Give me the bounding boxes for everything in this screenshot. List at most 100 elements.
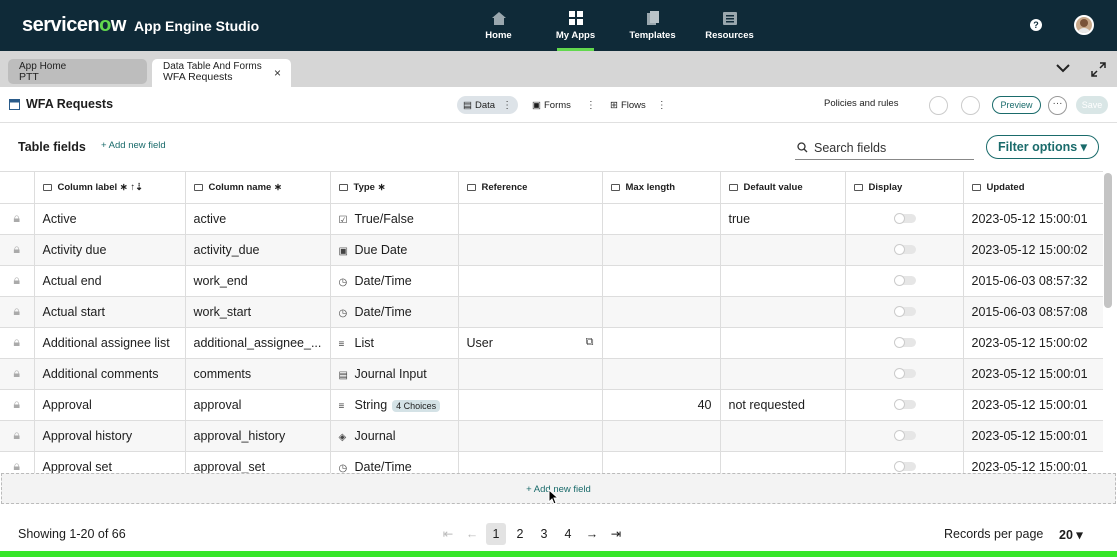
cell-max-length[interactable]: [602, 327, 721, 359]
display-toggle[interactable]: [893, 274, 916, 286]
header-max-length[interactable]: Max length: [602, 172, 721, 204]
nav-my-apps[interactable]: My Apps: [537, 0, 614, 51]
cell-column-name[interactable]: active: [185, 203, 331, 235]
kebab-icon[interactable]: ⋮: [502, 100, 512, 111]
cell-default-value[interactable]: [720, 358, 846, 390]
cell-type[interactable]: ≡ List: [330, 327, 459, 359]
tab-data-table-and-forms[interactable]: Data Table And Forms WFA Requests ×: [152, 59, 291, 87]
table-row[interactable]: 🔒︎ Approval history approval_history ◈ Journ…: [0, 420, 1103, 452]
undo-icon[interactable]: [929, 96, 948, 115]
preview-button[interactable]: Preview: [992, 96, 1041, 114]
cell-default-value[interactable]: true: [720, 203, 846, 235]
cell-column-label[interactable]: Additional comments: [34, 358, 186, 390]
filter-options-button[interactable]: Filter options ▾: [986, 135, 1099, 159]
cell-default-value[interactable]: [720, 265, 846, 297]
cell-reference[interactable]: [458, 296, 603, 328]
nav-templates[interactable]: Templates: [614, 0, 691, 51]
search-input[interactable]: Search fields: [814, 141, 886, 155]
tab-data[interactable]: ▤ Data ⋮: [457, 96, 519, 114]
cell-reference[interactable]: [458, 358, 603, 390]
display-toggle[interactable]: [893, 398, 916, 410]
vertical-scrollbar[interactable]: [1104, 173, 1112, 308]
table-row[interactable]: 🔒︎ Approval approval ≡ String 4 Choices 40 not …: [0, 389, 1103, 421]
prev-page-button[interactable]: ←: [462, 523, 482, 545]
cell-column-name[interactable]: approval_history: [185, 420, 331, 452]
kebab-icon[interactable]: ⋮: [586, 100, 596, 111]
cell-column-label[interactable]: Approval history: [34, 420, 186, 452]
page-1[interactable]: 1: [486, 523, 506, 545]
header-display[interactable]: Display: [845, 172, 964, 204]
header-default-value[interactable]: Default value: [720, 172, 846, 204]
cell-display[interactable]: [845, 203, 964, 235]
choices-badge[interactable]: 4 Choices: [392, 399, 441, 412]
cell-column-label[interactable]: Approval set: [34, 451, 186, 473]
cell-column-name[interactable]: work_start: [185, 296, 331, 328]
table-row[interactable]: 🔒︎ Actual start work_start ◷ Date/Time 2015-0…: [0, 296, 1103, 328]
display-toggle[interactable]: [893, 212, 916, 224]
cell-column-name[interactable]: comments: [185, 358, 331, 390]
cell-column-label[interactable]: Actual end: [34, 265, 186, 297]
cell-max-length[interactable]: [602, 451, 721, 473]
header-column-label[interactable]: Column label ∗ ↑⇣: [34, 172, 186, 204]
cell-display[interactable]: [845, 451, 964, 473]
cell-column-name[interactable]: activity_due: [185, 234, 331, 266]
table-row[interactable]: 🔒︎ Additional comments comments ▤ Journal In…: [0, 358, 1103, 390]
tab-app-home[interactable]: App Home PTT: [8, 59, 147, 84]
cell-max-length[interactable]: [602, 234, 721, 266]
cell-max-length[interactable]: [602, 265, 721, 297]
cell-max-length[interactable]: [602, 420, 721, 452]
first-page-button[interactable]: ⇤: [438, 523, 458, 545]
cell-display[interactable]: [845, 389, 964, 421]
cell-default-value[interactable]: [720, 296, 846, 328]
cell-type[interactable]: ◷ Date/Time: [330, 265, 459, 297]
close-icon[interactable]: ×: [274, 67, 281, 79]
cell-type[interactable]: ◷ Date/Time: [330, 296, 459, 328]
page-2[interactable]: 2: [510, 523, 530, 545]
policies-and-rules-link[interactable]: Policies and rules: [824, 98, 898, 109]
cell-type[interactable]: ▤ Journal Input: [330, 358, 459, 390]
cell-column-label[interactable]: Approval: [34, 389, 186, 421]
cell-display[interactable]: [845, 327, 964, 359]
redo-icon[interactable]: [961, 96, 980, 115]
brand[interactable]: servicenow App Engine Studio: [22, 14, 259, 37]
cell-display[interactable]: [845, 420, 964, 452]
cell-display[interactable]: [845, 234, 964, 266]
cell-reference[interactable]: [458, 420, 603, 452]
display-toggle[interactable]: [893, 460, 916, 472]
display-toggle[interactable]: [893, 429, 916, 441]
cell-column-label[interactable]: Active: [34, 203, 186, 235]
cell-display[interactable]: [845, 296, 964, 328]
cell-reference[interactable]: User ⧉: [458, 327, 603, 359]
cell-type[interactable]: ◈ Journal: [330, 420, 459, 452]
display-toggle[interactable]: [893, 336, 916, 348]
table-row[interactable]: 🔒︎ Active active ☑ True/False true 2023-05-12 …: [0, 203, 1103, 235]
nav-home[interactable]: Home: [460, 0, 537, 51]
cell-reference[interactable]: [458, 451, 603, 473]
cell-reference[interactable]: [458, 234, 603, 266]
display-toggle[interactable]: [893, 243, 916, 255]
external-link-icon[interactable]: ⧉: [586, 336, 594, 349]
table-row[interactable]: 🔒︎ Additional assignee list additional_ass…: [0, 327, 1103, 359]
search-field[interactable]: Search fields: [795, 136, 974, 160]
cell-column-name[interactable]: additional_assignee_...: [185, 327, 331, 359]
cell-default-value[interactable]: [720, 234, 846, 266]
cell-column-label[interactable]: Additional assignee list: [34, 327, 186, 359]
header-reference[interactable]: Reference: [458, 172, 603, 204]
kebab-icon[interactable]: ⋮: [657, 100, 667, 111]
table-row[interactable]: 🔒︎ Actual end work_end ◷ Date/Time 2015-06-03…: [0, 265, 1103, 297]
cell-column-name[interactable]: approval_set: [185, 451, 331, 473]
page-4[interactable]: 4: [558, 523, 578, 545]
nav-resources[interactable]: Resources: [691, 0, 768, 51]
cell-type[interactable]: ▣ Due Date: [330, 234, 459, 266]
add-new-field-link[interactable]: + Add new field: [101, 140, 166, 151]
cell-default-value[interactable]: not requested: [720, 389, 846, 421]
expand-icon[interactable]: [1091, 62, 1106, 77]
cell-type[interactable]: ☑ True/False: [330, 203, 459, 235]
header-column-name[interactable]: Column name ∗: [185, 172, 331, 204]
help-icon[interactable]: ?: [1030, 19, 1042, 31]
cell-display[interactable]: [845, 358, 964, 390]
cell-reference[interactable]: [458, 265, 603, 297]
cell-max-length[interactable]: [602, 203, 721, 235]
cell-max-length[interactable]: [602, 296, 721, 328]
cell-type[interactable]: ◷ Date/Time: [330, 451, 459, 473]
